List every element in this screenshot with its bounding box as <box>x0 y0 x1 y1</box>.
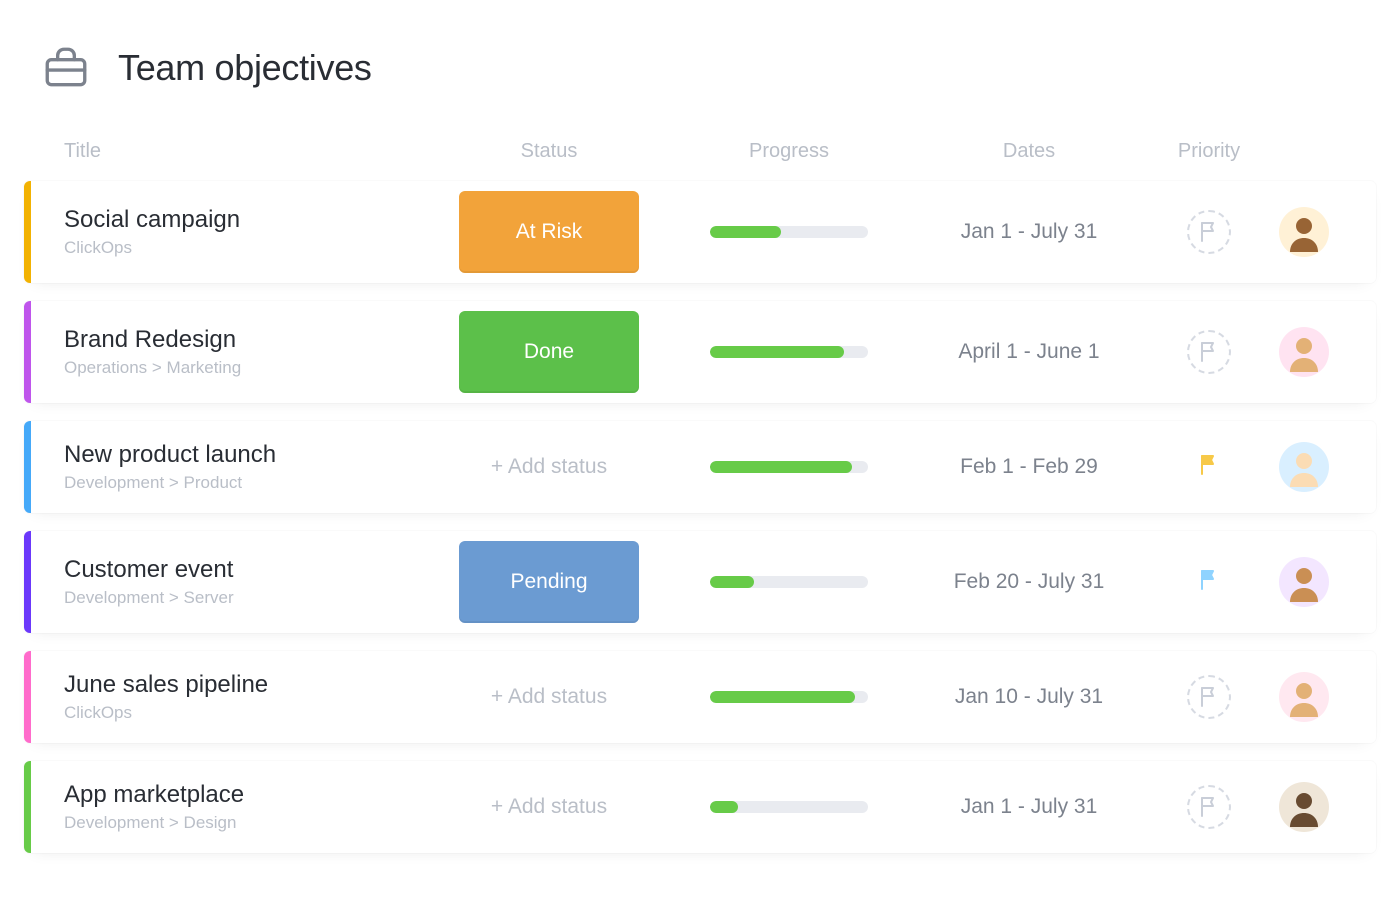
progress-bar[interactable] <box>710 691 868 703</box>
priority-flag-empty[interactable] <box>1187 330 1231 374</box>
col-header-title: Title <box>64 140 424 163</box>
add-status-button[interactable]: + Add status <box>491 795 607 819</box>
add-status-button[interactable]: + Add status <box>491 685 607 709</box>
date-range[interactable]: Jan 1 - July 31 <box>961 795 1098 819</box>
column-headers: Title Status Progress Dates Priority <box>24 140 1376 181</box>
priority-flag-empty[interactable] <box>1187 785 1231 829</box>
objective-name[interactable]: June sales pipeline <box>64 671 424 699</box>
progress-bar[interactable] <box>710 801 868 813</box>
date-range[interactable]: April 1 - June 1 <box>958 340 1099 364</box>
objective-name[interactable]: Brand Redesign <box>64 326 424 354</box>
date-range[interactable]: Jan 10 - July 31 <box>955 685 1103 709</box>
objective-breadcrumb[interactable]: ClickOps <box>64 703 424 723</box>
objective-name[interactable]: New product launch <box>64 441 424 469</box>
objective-title-block: Customer event Development > Server <box>64 556 424 608</box>
progress-fill <box>710 346 844 358</box>
col-header-status: Status <box>424 140 674 163</box>
date-range[interactable]: Feb 20 - July 31 <box>954 570 1105 594</box>
table-row[interactable]: Customer event Development > Server Pend… <box>24 531 1376 633</box>
objective-title-block: New product launch Development > Product <box>64 441 424 493</box>
objective-breadcrumb[interactable]: Development > Product <box>64 473 424 493</box>
add-status-button[interactable]: + Add status <box>491 455 607 479</box>
table-row[interactable]: New product launch Development > Product… <box>24 421 1376 513</box>
page-title: Team objectives <box>118 47 372 89</box>
status-chip[interactable]: Done <box>459 311 639 393</box>
progress-bar[interactable] <box>710 576 868 588</box>
briefcase-icon <box>38 40 94 96</box>
objective-list: Social campaign ClickOps At Risk Jan 1 -… <box>24 181 1376 853</box>
assignee-avatar[interactable] <box>1279 557 1329 607</box>
progress-fill <box>710 461 852 473</box>
assignee-avatar[interactable] <box>1279 207 1329 257</box>
table-row[interactable]: App marketplace Development > Design + A… <box>24 761 1376 853</box>
table-row[interactable]: Brand Redesign Operations > Marketing Do… <box>24 301 1376 403</box>
col-header-priority: Priority <box>1154 140 1264 163</box>
col-header-progress: Progress <box>674 140 904 163</box>
objective-title-block: Brand Redesign Operations > Marketing <box>64 326 424 378</box>
objective-name[interactable]: Customer event <box>64 556 424 584</box>
assignee-avatar[interactable] <box>1279 782 1329 832</box>
flag-icon[interactable] <box>1197 453 1221 482</box>
progress-bar[interactable] <box>710 461 868 473</box>
priority-flag-empty[interactable] <box>1187 210 1231 254</box>
progress-bar[interactable] <box>710 346 868 358</box>
assignee-avatar[interactable] <box>1279 672 1329 722</box>
objective-title-block: Social campaign ClickOps <box>64 206 424 258</box>
flag-icon[interactable] <box>1197 568 1221 597</box>
objective-name[interactable]: Social campaign <box>64 206 424 234</box>
progress-bar[interactable] <box>710 226 868 238</box>
status-chip[interactable]: At Risk <box>459 191 639 273</box>
objective-title-block: June sales pipeline ClickOps <box>64 671 424 723</box>
date-range[interactable]: Jan 1 - July 31 <box>961 220 1098 244</box>
table-row[interactable]: June sales pipeline ClickOps + Add statu… <box>24 651 1376 743</box>
progress-fill <box>710 576 754 588</box>
assignee-avatar[interactable] <box>1279 327 1329 377</box>
status-chip[interactable]: Pending <box>459 541 639 623</box>
date-range[interactable]: Feb 1 - Feb 29 <box>960 455 1098 479</box>
page-header: Team objectives <box>24 40 1376 96</box>
objective-title-block: App marketplace Development > Design <box>64 781 424 833</box>
objective-name[interactable]: App marketplace <box>64 781 424 809</box>
priority-flag-empty[interactable] <box>1187 675 1231 719</box>
table-row[interactable]: Social campaign ClickOps At Risk Jan 1 -… <box>24 181 1376 283</box>
objective-breadcrumb[interactable]: ClickOps <box>64 238 424 258</box>
assignee-avatar[interactable] <box>1279 442 1329 492</box>
objective-breadcrumb[interactable]: Operations > Marketing <box>64 358 424 378</box>
progress-fill <box>710 691 855 703</box>
objective-breadcrumb[interactable]: Development > Design <box>64 813 424 833</box>
progress-fill <box>710 226 781 238</box>
col-header-dates: Dates <box>904 140 1154 163</box>
progress-fill <box>710 801 738 813</box>
objective-breadcrumb[interactable]: Development > Server <box>64 588 424 608</box>
